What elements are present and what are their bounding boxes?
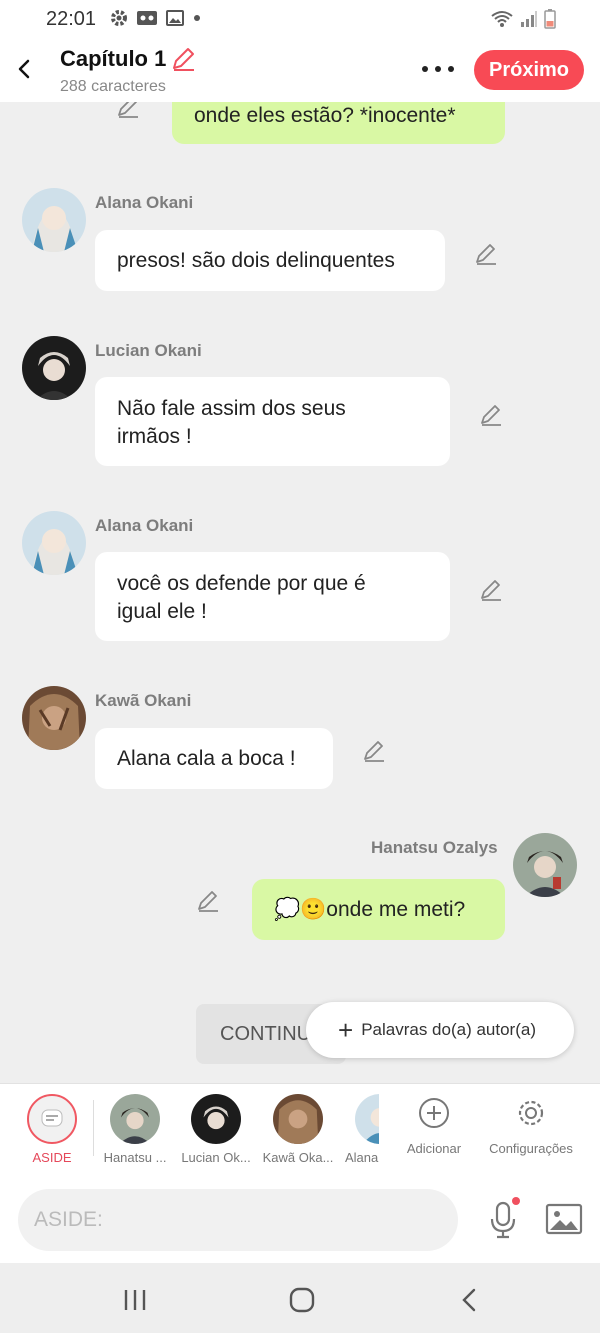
message-text-line: Não fale assim dos seus [117,397,346,420]
message-text-line: igual ele ! [117,600,207,623]
status-icons-left [110,9,202,27]
author-name: Lucian Okani [95,341,202,360]
avatar[interactable] [22,511,86,575]
author-name: Alana Okani [95,193,194,212]
message-input-bar [0,1179,600,1263]
dot-icon [194,15,200,21]
status-time: 22:01 [46,8,97,30]
recent-apps-icon[interactable] [120,1285,150,1315]
message-bubble[interactable]: Alana cala a boca ! [95,728,333,789]
message-bubble[interactable]: onde eles estão? *inocente* [172,102,505,144]
avatar[interactable] [22,336,86,400]
edit-pencil-icon[interactable] [116,102,140,118]
message-text-line: irmãos ! [117,425,192,448]
message-bubble[interactable]: 💭🙂onde me meti? [252,879,505,940]
system-nav-bar [0,1263,600,1333]
more-options-icon[interactable] [418,56,458,82]
avatar[interactable] [513,833,577,897]
chapter-header: Capítulo 1 288 caracteres Próximo [0,38,600,102]
gear-icon [518,1100,544,1126]
home-icon[interactable] [287,1285,317,1315]
voicemail-icon [137,11,157,25]
message-text: 💭🙂onde me meti? [274,898,466,921]
character-avatar [273,1094,323,1144]
edit-pencil-icon[interactable] [479,577,503,601]
add-character-button[interactable]: Adicionar [402,1096,466,1156]
microphone-icon [490,1197,520,1239]
character-label: Kawã Oka... [262,1150,334,1165]
avatar[interactable] [22,188,86,252]
author-name: Alana Okani [95,516,194,535]
status-bar: 22:01 [0,0,600,38]
gear-icon [111,10,127,26]
status-icons-right [490,9,556,29]
character-count: 288 caracteres [60,78,166,95]
character-bar: ASIDE Hanatsu ... Lucian Ok... Kawã Oka.… [0,1083,600,1179]
message-bubble[interactable]: presos! são dois delinquentes [95,230,445,291]
battery-icon [544,9,556,29]
speech-bubble-icon [41,1109,63,1127]
settings-label: Configurações [489,1141,573,1156]
image-upload-button[interactable] [544,1201,584,1237]
message-text-line: você os defende por que é [117,572,366,595]
message-bubble[interactable]: você os defende por que é igual ele ! [95,552,450,641]
message-text: presos! são dois delinquentes [117,249,395,272]
back-button[interactable] [10,52,40,86]
edit-pencil-icon[interactable] [474,241,498,265]
avatar[interactable] [22,686,86,750]
message-text: Alana cala a boca ! [117,747,296,770]
character-avatar [355,1094,379,1144]
edit-pencil-icon[interactable] [362,738,386,762]
microphone-button[interactable] [486,1197,522,1239]
plus-icon: + [338,1015,354,1045]
aside-label: ASIDE [32,1150,72,1165]
author-words-label: Palavras do(a) autor(a) [361,1020,536,1039]
message-input[interactable] [18,1189,458,1251]
character-label: Alana [345,1150,379,1165]
back-icon[interactable] [455,1285,485,1315]
pencil-icon[interactable] [170,46,196,72]
message-text: onde eles estão? *inocente* [194,104,456,127]
character-avatar [191,1094,241,1144]
character-label: Hanatsu ... [103,1150,167,1165]
add-label: Adicionar [406,1141,462,1156]
character-item[interactable]: Hanatsu ... [90,1094,180,1165]
chat-area[interactable]: onde eles estão? *inocente* Alana Okani … [0,102,600,1083]
edit-pencil-icon[interactable] [479,402,503,426]
character-item[interactable]: Kawã Oka... [253,1094,343,1165]
aside-option[interactable]: ASIDE [7,1094,97,1165]
character-item[interactable]: Alana [335,1094,379,1165]
author-words-button[interactable]: + Palavras do(a) autor(a) [306,1002,574,1058]
signal-icon [521,11,537,27]
character-item[interactable]: Lucian Ok... [171,1094,261,1165]
message-bubble[interactable]: Não fale assim dos seus irmãos ! [95,377,450,466]
character-label: Lucian Ok... [181,1150,251,1165]
image-icon [545,1203,583,1235]
next-button[interactable]: Próximo [474,50,584,90]
author-name: Kawã Okani [95,691,192,710]
character-avatar [110,1094,160,1144]
chevron-left-icon [18,59,30,79]
plus-circle-icon [419,1098,449,1128]
edit-pencil-icon[interactable] [196,888,220,912]
image-icon [166,10,184,26]
settings-button[interactable]: Configurações [486,1096,576,1156]
wifi-icon [491,11,513,27]
chapter-title[interactable]: Capítulo 1 [60,46,166,72]
author-name: Hanatsu Ozalys [371,838,498,857]
aside-avatar [27,1094,77,1144]
